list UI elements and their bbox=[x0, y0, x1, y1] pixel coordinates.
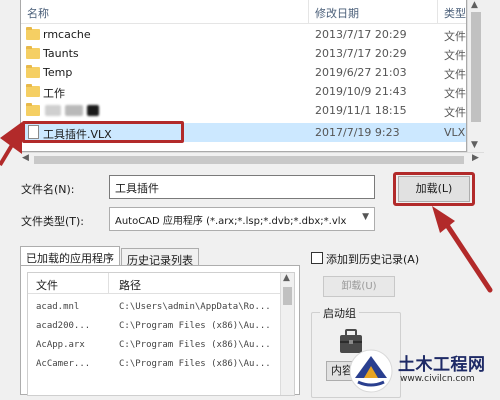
file-list-header: 名称 修改日期 类型 bbox=[21, 0, 466, 24]
file-date: 2013/7/17 20:29 bbox=[315, 28, 407, 41]
arrow-to-load-button bbox=[432, 206, 493, 293]
app-path: C:\Program Files (x86)\Au... bbox=[119, 340, 271, 350]
file-type: VLX bbox=[444, 126, 466, 139]
app-file: acad.mnl bbox=[36, 302, 80, 312]
file-row[interactable]: Temp 2019/6/27 21:03 文件 bbox=[21, 63, 466, 82]
startup-group-title: 启动组 bbox=[320, 305, 359, 321]
file-type: 文件 bbox=[444, 49, 466, 62]
civilcn-logo-icon bbox=[349, 349, 393, 393]
table-row[interactable]: acad.mnl C:\Users\admin\AppData\Ro... bbox=[28, 299, 294, 318]
file-name: Taunts bbox=[43, 47, 79, 60]
selected-file-highlight-box bbox=[22, 121, 184, 143]
scroll-up-icon[interactable]: ▲ bbox=[471, 0, 478, 10]
apps-table-scrollbar[interactable]: ▲ bbox=[280, 273, 294, 395]
column-separator[interactable] bbox=[308, 0, 309, 24]
column-separator[interactable] bbox=[108, 273, 109, 293]
file-type: 文件 bbox=[444, 106, 466, 119]
load-button-highlight-box bbox=[393, 172, 475, 206]
filename-label: 文件名(N): bbox=[21, 183, 75, 196]
app-file: acad200... bbox=[36, 321, 91, 331]
file-date: 2017/7/19 9:23 bbox=[315, 126, 400, 139]
file-date: 2019/10/9 21:43 bbox=[315, 85, 407, 98]
file-row[interactable]: 2019/11/1 18:15 文件 bbox=[21, 101, 466, 120]
header-divider bbox=[28, 293, 294, 294]
filetype-select[interactable]: AutoCAD 应用程序 (*.arx;*.lsp;*.dvb;*.dbx;*.… bbox=[109, 207, 375, 231]
app-path: C:\Program Files (x86)\Au... bbox=[119, 321, 271, 331]
loaded-apps-table[interactable]: 文件 路径 acad.mnl C:\Users\admin\AppData\Ro… bbox=[27, 272, 295, 396]
folder-icon bbox=[26, 27, 40, 40]
folder-icon bbox=[26, 103, 40, 116]
file-name: rmcache bbox=[43, 28, 91, 41]
blurred-name bbox=[87, 105, 99, 116]
filetype-label: 文件类型(T): bbox=[21, 215, 85, 228]
tab-history-list[interactable]: 历史记录列表 bbox=[121, 248, 199, 267]
watermark-title: 土木工程网 bbox=[398, 355, 486, 375]
app-path: C:\Program Files (x86)\Au... bbox=[119, 359, 271, 369]
column-header-date[interactable]: 修改日期 bbox=[315, 5, 359, 21]
scroll-right-icon[interactable]: ▶ bbox=[472, 153, 479, 163]
scroll-left-icon[interactable]: ◀ bbox=[22, 153, 29, 163]
column-separator[interactable] bbox=[437, 0, 438, 24]
table-row[interactable]: AcApp.arx C:\Program Files (x86)\Au... bbox=[28, 337, 294, 356]
file-date: 2019/11/1 18:15 bbox=[315, 104, 407, 117]
column-header-name[interactable]: 名称 bbox=[27, 5, 49, 21]
scroll-thumb[interactable] bbox=[471, 12, 481, 122]
watermark: 土木工程网 www.civilcn.com bbox=[346, 344, 496, 398]
scroll-thumb[interactable] bbox=[34, 156, 464, 164]
folder-icon bbox=[26, 65, 40, 78]
column-header-file[interactable]: 文件 bbox=[36, 277, 58, 293]
app-file: AcApp.arx bbox=[36, 340, 85, 350]
file-date: 2019/6/27 21:03 bbox=[315, 66, 407, 79]
watermark-url: www.civilcn.com bbox=[400, 374, 475, 384]
add-to-history-label[interactable]: 添加到历史记录(A) bbox=[326, 251, 419, 267]
unload-button[interactable]: 卸载(U) bbox=[323, 276, 395, 297]
chevron-down-icon[interactable]: ▼ bbox=[362, 212, 369, 222]
add-to-history-checkbox[interactable] bbox=[311, 252, 323, 264]
scroll-up-icon[interactable]: ▲ bbox=[283, 273, 290, 283]
column-header-path[interactable]: 路径 bbox=[119, 277, 141, 293]
file-list-vertical-scrollbar[interactable]: ▲ ▼ bbox=[467, 0, 484, 152]
folder-icon bbox=[26, 46, 40, 59]
file-type: 文件 bbox=[444, 87, 466, 100]
file-row[interactable]: 工作 2019/10/9 21:43 文件 bbox=[21, 82, 466, 101]
folder-icon bbox=[26, 84, 40, 97]
scroll-down-icon[interactable]: ▼ bbox=[471, 140, 478, 150]
file-row[interactable]: Taunts 2013/7/17 20:29 文件 bbox=[21, 44, 466, 63]
blurred-name bbox=[65, 105, 83, 116]
file-name: 工作 bbox=[43, 87, 65, 100]
file-type: 文件 bbox=[444, 68, 466, 81]
tab-loaded-apps[interactable]: 已加载的应用程序 bbox=[20, 246, 120, 266]
arrow-to-selected-file bbox=[0, 122, 22, 167]
table-row[interactable]: AcCamer... C:\Program Files (x86)\Au... bbox=[28, 356, 294, 375]
app-path: C:\Users\admin\AppData\Ro... bbox=[119, 302, 271, 312]
file-type: 文件 bbox=[444, 30, 466, 43]
blurred-name bbox=[45, 105, 61, 116]
loaded-apps-panel: 文件 路径 acad.mnl C:\Users\admin\AppData\Ro… bbox=[20, 265, 300, 396]
file-name: Temp bbox=[43, 66, 73, 79]
column-header-type[interactable]: 类型 bbox=[444, 5, 466, 21]
filetype-value: AutoCAD 应用程序 (*.arx;*.lsp;*.dvb;*.dbx;*.… bbox=[115, 216, 347, 227]
app-file: AcCamer... bbox=[36, 359, 91, 369]
table-row[interactable]: acad200... C:\Program Files (x86)\Au... bbox=[28, 318, 294, 337]
scroll-thumb[interactable] bbox=[283, 287, 292, 305]
filename-input[interactable]: 工具插件 bbox=[109, 175, 375, 199]
file-row[interactable]: rmcache 2013/7/17 20:29 文件 bbox=[21, 25, 466, 44]
file-list-horizontal-scrollbar[interactable]: ◀ ▶ bbox=[20, 152, 484, 166]
file-date: 2013/7/17 20:29 bbox=[315, 47, 407, 60]
